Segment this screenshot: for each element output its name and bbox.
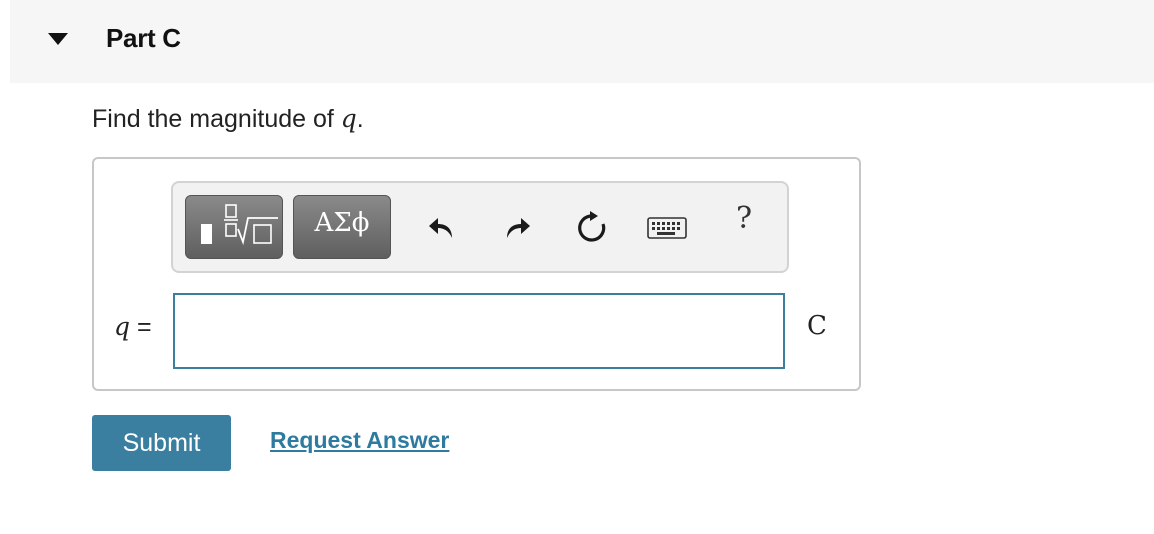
reset-icon — [578, 211, 606, 242]
answer-box: ΑΣϕ ? q = C — [92, 157, 861, 391]
part-header[interactable]: Part C — [10, 0, 1154, 83]
undo-arrow-icon — [429, 218, 452, 238]
undo-button[interactable] — [419, 203, 465, 253]
request-answer-link[interactable]: Request Answer — [270, 427, 449, 454]
answer-variable-label: q = — [114, 312, 152, 342]
prompt-variable: q — [340, 104, 357, 133]
math-templates-icon — [201, 204, 278, 246]
prompt-text: Find the magnitude of — [92, 105, 341, 133]
keyboard-icon — [647, 217, 687, 239]
redo-arrow-icon — [507, 218, 530, 238]
reset-button[interactable] — [569, 203, 615, 253]
equals-sign: = — [130, 313, 152, 341]
greek-label: ΑΣϕ — [314, 208, 370, 238]
help-button[interactable]: ? — [724, 201, 764, 253]
keyboard-button[interactable] — [644, 203, 690, 253]
prompt-end: . — [356, 105, 364, 133]
answer-input[interactable] — [173, 293, 785, 369]
answer-variable: q — [114, 312, 131, 341]
greek-symbols-button[interactable]: ΑΣϕ — [293, 195, 391, 259]
unit-label: C — [807, 311, 827, 341]
math-toolbar: ΑΣϕ ? — [171, 181, 789, 273]
submit-button[interactable]: Submit — [92, 415, 231, 471]
caret-down-icon[interactable] — [48, 33, 68, 45]
redo-button[interactable] — [494, 203, 540, 253]
templates-button[interactable] — [185, 195, 283, 259]
part-title: Part C — [106, 23, 181, 53]
question-prompt: Find the magnitude of q. — [92, 104, 364, 134]
